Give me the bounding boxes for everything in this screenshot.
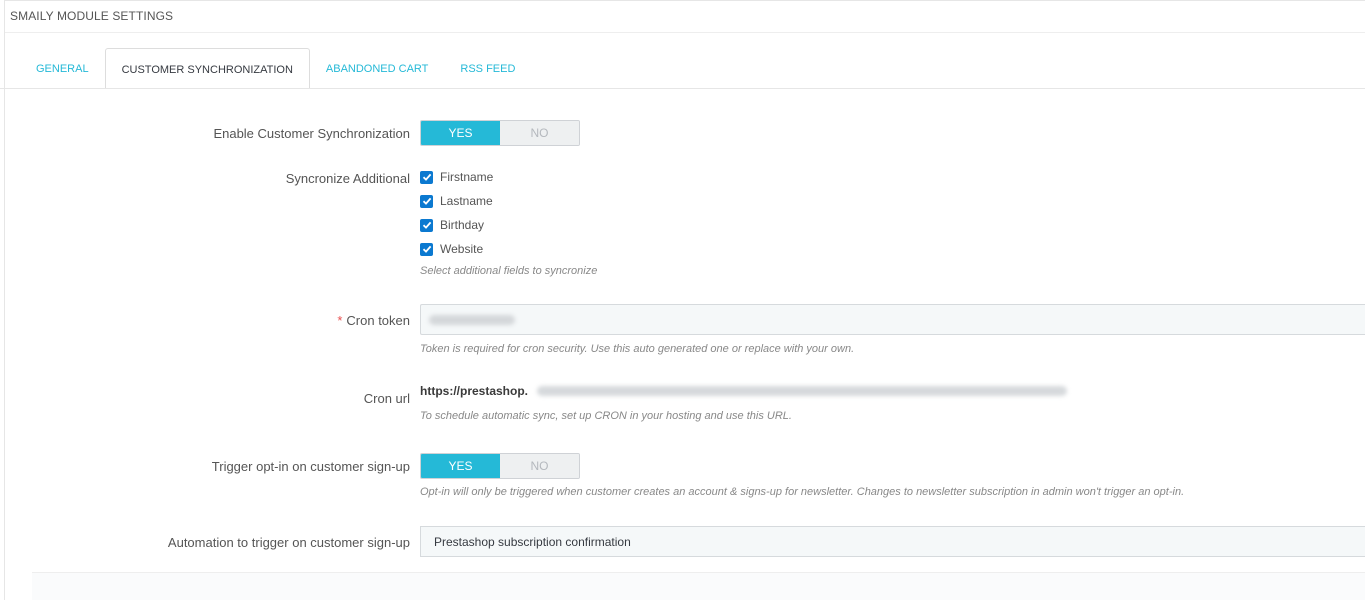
cron-token-help: Token is required for cron security. Use… <box>420 343 855 355</box>
panel-title: SMAILY MODULE SETTINGS <box>10 9 174 23</box>
trigger-optin-label: Trigger opt-in on customer sign-up <box>211 459 410 474</box>
enable-sync-switch[interactable]: YES NO <box>420 120 580 146</box>
checkbox-firstname[interactable]: Firstname <box>420 165 493 189</box>
required-mark: * <box>337 313 343 328</box>
tab-rss-feed[interactable]: RSS FEED <box>444 48 531 88</box>
enable-sync-label: Enable Customer Synchronization <box>213 126 410 141</box>
trigger-optin-yes[interactable]: YES <box>421 454 500 478</box>
tab-customer-synchronization[interactable]: CUSTOMER SYNCHRONIZATION <box>104 48 310 89</box>
heading-divider <box>5 32 1365 33</box>
enable-sync-no[interactable]: NO <box>500 121 579 145</box>
checkbox-lastname[interactable]: Lastname <box>420 189 493 213</box>
sync-additional-checkboxes: Firstname Lastname Birthday Website <box>420 165 493 261</box>
tab-divider <box>0 88 1365 89</box>
checkbox-birthday[interactable]: Birthday <box>420 213 493 237</box>
checkbox-label: Firstname <box>440 170 494 184</box>
trigger-optin-no[interactable]: NO <box>500 454 579 478</box>
enable-sync-yes[interactable]: YES <box>421 121 500 145</box>
cron-url-label: Cron url <box>363 391 410 406</box>
cron-url-help: To schedule automatic sync, set up CRON … <box>420 410 792 422</box>
cron-url-value: https://prestashop. <box>420 384 529 398</box>
checkbox-checked-icon[interactable] <box>420 194 433 208</box>
cron-token-label: * Cron token <box>337 313 410 328</box>
cron-token-label-text: Cron token <box>346 313 410 328</box>
automation-label: Automation to trigger on customer sign-u… <box>167 535 410 550</box>
cron-token-value-redacted <box>429 315 515 325</box>
checkbox-website[interactable]: Website <box>420 237 493 261</box>
checkbox-checked-icon[interactable] <box>420 242 433 256</box>
sync-additional-label: Syncronize Additional <box>285 171 410 186</box>
checkbox-checked-icon[interactable] <box>420 218 433 232</box>
automation-select[interactable]: Prestashop subscription confirmation <box>420 526 1365 557</box>
sync-additional-help: Select additional fields to syncronize <box>420 265 598 277</box>
checkbox-checked-icon[interactable] <box>420 170 433 184</box>
tab-abandoned-cart[interactable]: ABANDONED CART <box>310 48 444 88</box>
trigger-optin-switch[interactable]: YES NO <box>420 453 580 479</box>
cron-token-input[interactable] <box>420 304 1365 335</box>
tab-bar: GENERAL CUSTOMER SYNCHRONIZATION ABANDON… <box>20 48 531 89</box>
checkbox-label: Website <box>440 242 484 256</box>
checkbox-label: Birthday <box>440 218 485 232</box>
cron-url-redacted <box>537 386 1067 396</box>
trigger-optin-help: Opt-in will only be triggered when custo… <box>420 486 1185 498</box>
tab-general[interactable]: GENERAL <box>20 48 105 88</box>
checkbox-label: Lastname <box>440 194 493 208</box>
panel-footer <box>32 572 1365 600</box>
